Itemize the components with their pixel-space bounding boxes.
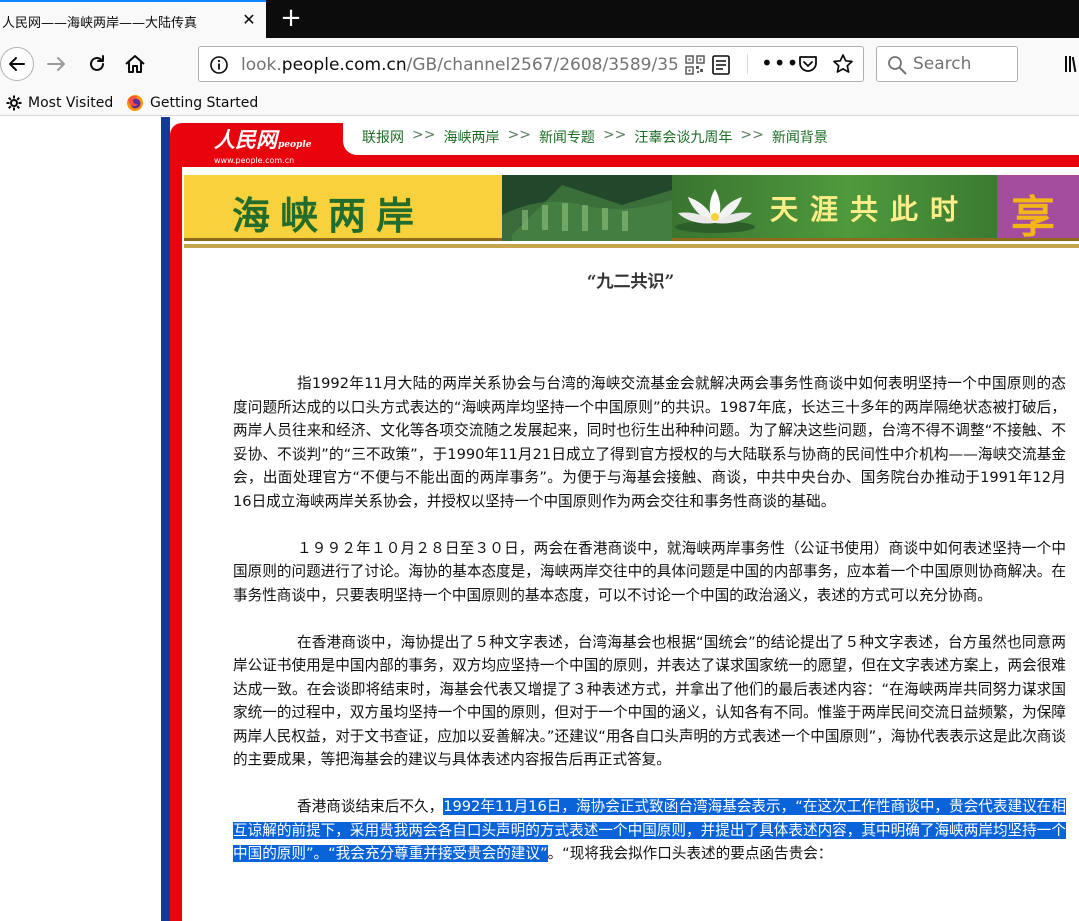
breadcrumb: 联报网 >> 海峡两岸 >> 新闻专题 >> 汪辜会谈九周年 >> 新闻背景 [362,127,828,147]
search-bar[interactable] [876,46,1018,82]
breadcrumb-separator: >> [602,127,627,143]
home-icon [125,55,145,73]
url-text[interactable]: look.people.com.cn/GB/channel2567/2608/3… [241,55,677,75]
tab-strip: 人民网——海峡两岸——大陆传真 ✕ + [0,0,1079,38]
article-body: 指1992年11月大陆的两岸关系协会与台湾的海峡交流基金会就解决两会事务性商谈中… [233,372,1066,889]
reload-button[interactable] [80,38,114,90]
firefox-icon [127,95,143,111]
article-paragraph: １９９２年１０月２８日至３０日，两会在香港商谈中，就海峡两岸事务性（公证书使用）… [233,539,1066,604]
reload-icon [90,55,104,71]
bookmark-most-visited[interactable]: Most Visited [6,93,113,113]
section-banner: 海峡两岸 天涯共此时 享 [182,167,1079,250]
banner-title-panel: 海峡两岸 [184,175,502,241]
qr-code-icon[interactable] [685,55,705,75]
breadcrumb-link[interactable]: 新闻专题 [539,127,595,147]
search-input[interactable] [913,54,1013,74]
url-prefix: look. [241,55,282,75]
forward-button[interactable] [40,38,74,90]
article-paragraph-last: 香港商谈结束后不久，1992年11月16日，海协会正式致函台湾海基会表示，“在这… [233,795,1066,866]
navigation-toolbar: look.people.com.cn/GB/channel2567/2608/3… [0,38,1079,90]
article-paragraph: 在香港商谈中，海协提出了５种文字表述，台湾海基会也根据“国统会”的结论提出了５种… [233,633,1066,769]
new-tab-button[interactable]: + [278,4,304,32]
people-daily-logo[interactable]: 人民网people www.people.com.cn [214,129,324,169]
tab-title: 人民网——海峡两岸——大陆传真 [2,16,198,31]
logo-sub: people [278,140,312,150]
url-path: /GB/channel2567/2608/3589/359 [406,55,677,75]
bookmark-star-icon[interactable] [832,53,854,75]
breadcrumb-separator: >> [507,127,531,143]
active-tab[interactable]: 人民网——海峡两岸——大陆传真 ✕ [0,0,266,38]
library-icon[interactable] [1064,54,1078,74]
bookmark-getting-started[interactable]: Getting Started [126,93,258,113]
banner-divider [184,244,1079,248]
page-content: 人民网people www.people.com.cn 联报网 >> 海峡两岸 … [0,117,1079,921]
back-button[interactable] [0,38,34,90]
bookmark-label: Getting Started [150,95,259,111]
breadcrumb-separator: >> [740,127,764,143]
page-actions-more-icon[interactable]: ••• [761,51,799,75]
url-separator [747,54,748,74]
back-arrow-icon [0,47,34,81]
breadcrumb-separator: >> [412,127,436,143]
url-domain: people.com.cn [281,55,407,75]
breadcrumb-link[interactable]: 海峡两岸 [443,127,499,147]
breadcrumb-link[interactable]: 汪辜会谈九周年 [634,127,732,147]
search-icon [888,56,907,75]
paragraph-text: 。“现将我会拟作口头表述的要点函告贵会： [547,845,833,862]
gear-icon [6,95,22,111]
forward-arrow-icon [47,57,65,71]
bookmarks-toolbar: Most Visited Getting Started [0,90,1079,116]
article-paragraph: 指1992年11月大陆的两岸关系协会与台湾的海峡交流基金会就解决两会事务性商谈中… [233,375,1066,510]
article-title: “九二共识” [586,272,675,292]
info-icon[interactable] [209,55,229,75]
banner-title: 海峡两岸 [232,193,425,238]
close-tab-icon[interactable]: ✕ [240,11,258,29]
banner-slogan: 天涯共此时 [770,193,971,226]
url-bar[interactable]: look.people.com.cn/GB/channel2567/2608/3… [198,46,864,82]
pocket-icon[interactable] [797,54,819,74]
paragraph-text: 香港商谈结束后不久， [297,798,444,815]
banner-image-panel: 天涯共此时 [502,175,997,241]
bookmark-label: Most Visited [28,95,114,111]
frame-blue-border [161,117,170,921]
frame-red-border [170,167,182,921]
home-button[interactable] [118,38,152,90]
lotus-flower-icon [675,189,755,233]
logo-url: www.people.com.cn [214,156,295,165]
reader-view-icon[interactable] [711,54,731,76]
breadcrumb-link[interactable]: 联报网 [362,127,404,147]
banner-side-char: 享 [1011,192,1055,243]
banner-side-panel: 享 [997,175,1079,243]
breadcrumb-link[interactable]: 新闻背景 [772,127,828,147]
logo-text: 人民网 [214,127,277,152]
